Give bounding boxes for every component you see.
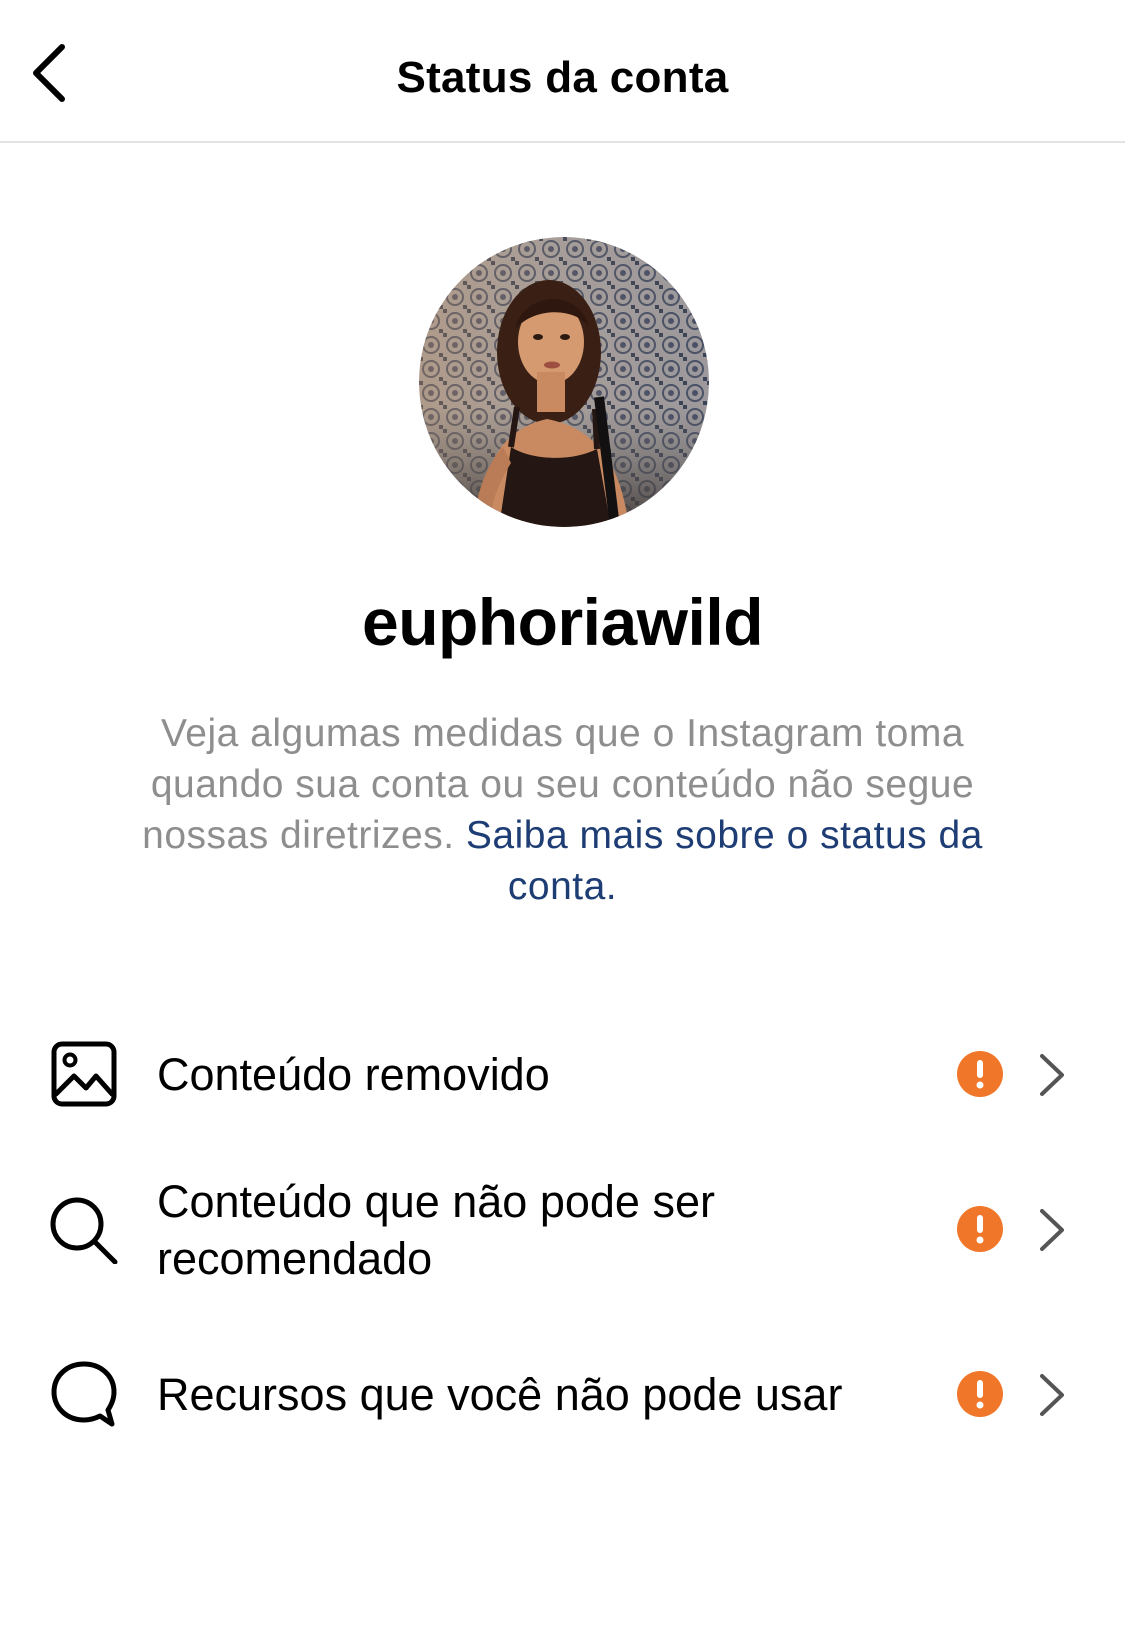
account-status-screen: Status da conta euphoriawild Veja alguma… — [0, 0, 1125, 1651]
description: Veja algumas medidas que o Instagram tom… — [95, 708, 1030, 912]
warning-icon — [956, 1205, 1004, 1253]
warning-icon — [956, 1050, 1004, 1098]
list-item-label: Conteúdo removido — [157, 1049, 550, 1100]
list-item-label: Recursos que você não pode usar — [157, 1369, 843, 1420]
search-icon — [48, 1193, 120, 1265]
avatar — [419, 237, 709, 527]
list-item-not-recommended[interactable]: Conteúdo que não pode ser recomendado — [0, 1155, 1125, 1305]
page-title: Status da conta — [396, 53, 729, 102]
list-item-label: Conteúdo que não pode ser recomendado — [157, 1176, 715, 1284]
image-icon — [48, 1038, 120, 1110]
chevron-right-icon — [1036, 1052, 1066, 1098]
chevron-right-icon — [1036, 1207, 1066, 1253]
list-item-restricted-features[interactable]: Recursos que você não pode usar — [0, 1350, 1125, 1440]
username: euphoriawild — [361, 585, 764, 659]
warning-icon — [956, 1370, 1004, 1418]
comment-icon — [48, 1358, 120, 1430]
chevron-right-icon — [1036, 1372, 1066, 1418]
header: Status da conta — [0, 0, 1125, 143]
learn-more-link[interactable]: Saiba mais sobre o status da conta. — [466, 814, 983, 908]
list-item-removed-content[interactable]: Conteúdo removido — [0, 1030, 1125, 1120]
